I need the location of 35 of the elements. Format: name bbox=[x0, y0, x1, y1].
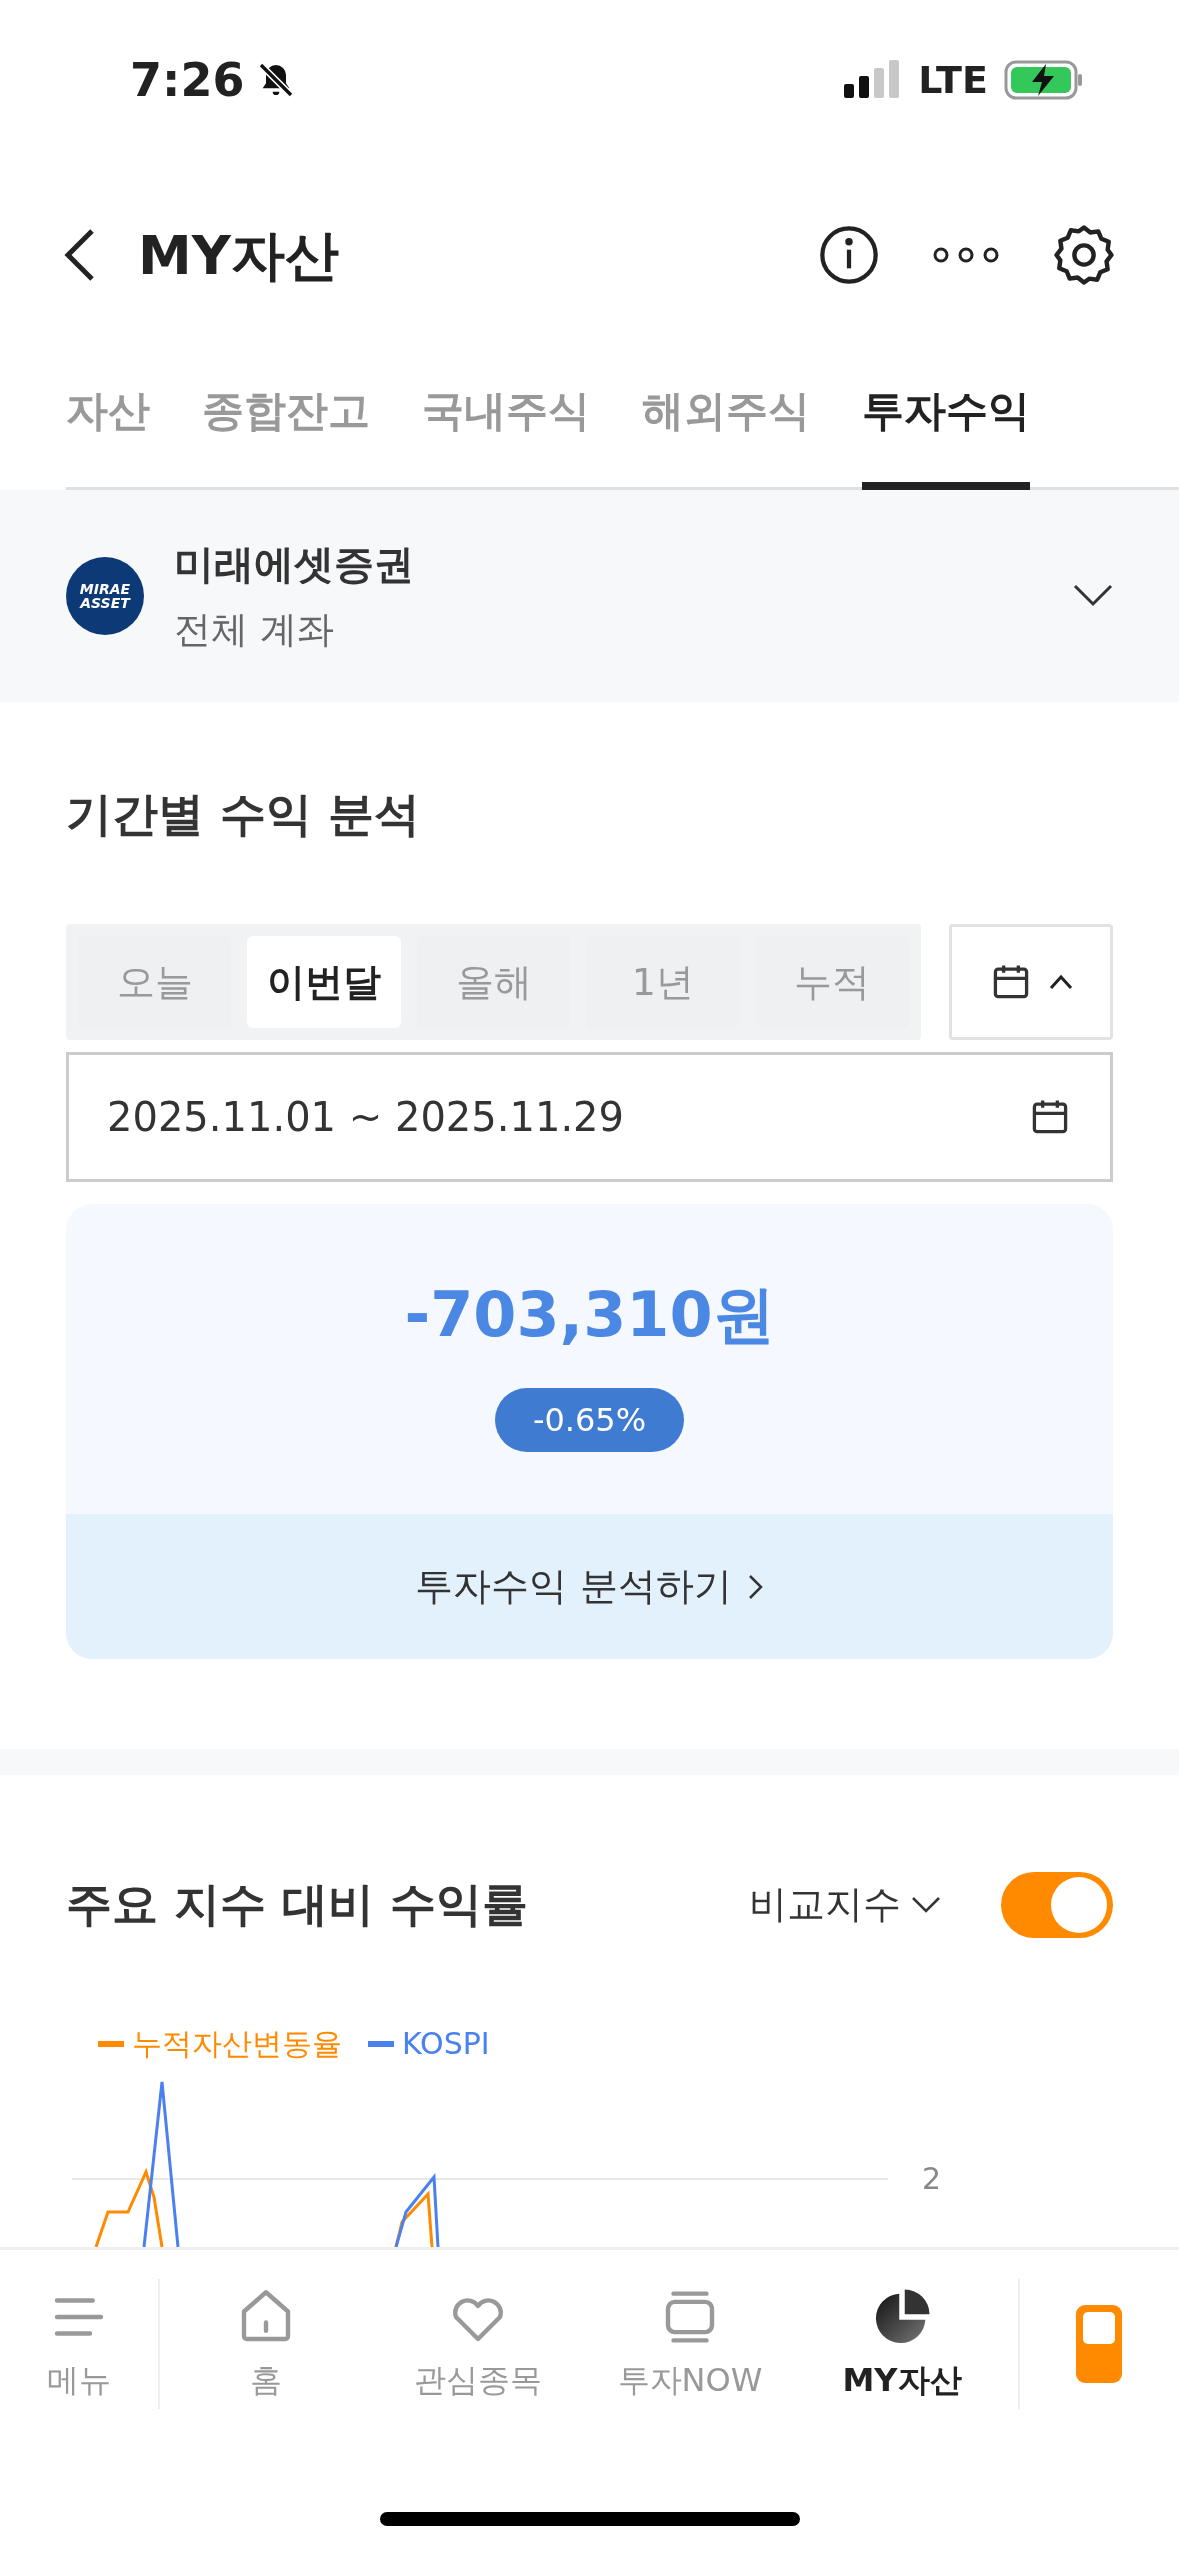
brand-logo: MIRAE ASSET bbox=[66, 557, 144, 635]
settings-icon[interactable] bbox=[1051, 222, 1117, 288]
tab[interactable]: 자산 bbox=[66, 379, 150, 490]
tab[interactable]: 종합잔고 bbox=[202, 379, 370, 490]
tab[interactable]: 해외주식 bbox=[642, 379, 810, 490]
page-title: MY자산 bbox=[138, 222, 339, 289]
legend-label: KOSPI bbox=[402, 2025, 490, 2063]
axis-label: 2 bbox=[922, 2160, 942, 2198]
nav-tab[interactable]: 관심종목 bbox=[372, 2283, 584, 2404]
legend-label: 누적자산변동율 bbox=[132, 2025, 342, 2063]
profit-amount: -703,310원 bbox=[404, 1284, 775, 1346]
more-icon[interactable] bbox=[931, 245, 1001, 265]
period-tab[interactable]: 이번달 bbox=[247, 936, 401, 1028]
nav-tab[interactable]: MY자산 bbox=[796, 2283, 1008, 2404]
date-range-field[interactable]: 2025.11.01 ~ 2025.11.29 bbox=[66, 1052, 1113, 1182]
broker-name: 미래에셋증권 bbox=[174, 540, 414, 590]
info-icon[interactable] bbox=[817, 223, 881, 287]
index-dropdown[interactable]: 비교지수 bbox=[749, 1876, 941, 1933]
account-label: 전체 계좌 bbox=[174, 607, 335, 654]
nav-tab[interactable]: 홈 bbox=[160, 2283, 372, 2404]
profit-rate-badge: -0.65% bbox=[494, 1388, 685, 1452]
chevron-down-icon bbox=[911, 1895, 941, 1914]
nav-tab[interactable]: 투자NOW bbox=[584, 2283, 796, 2404]
tab[interactable]: 국내주식 bbox=[422, 379, 590, 490]
chevron-up-icon bbox=[1049, 974, 1073, 990]
status-time: 7:26 bbox=[130, 51, 245, 109]
network-label: LTE bbox=[918, 56, 988, 104]
section-title: 주요 지수 대비 수익률 bbox=[66, 1876, 529, 1933]
section-title: 기간별 수익 분석 bbox=[66, 786, 422, 843]
analysis-link[interactable]: 투자수익 분석하기 bbox=[66, 1514, 1113, 1659]
calendar-toggle-button[interactable] bbox=[949, 924, 1113, 1040]
nav-tab[interactable]: 메뉴 bbox=[0, 2283, 158, 2404]
account-selector[interactable]: MIRAE ASSET 미래에셋증권 전체 계좌 bbox=[0, 490, 1179, 702]
chevron-down-icon bbox=[1073, 584, 1113, 608]
battery-charging-icon bbox=[1004, 60, 1084, 100]
